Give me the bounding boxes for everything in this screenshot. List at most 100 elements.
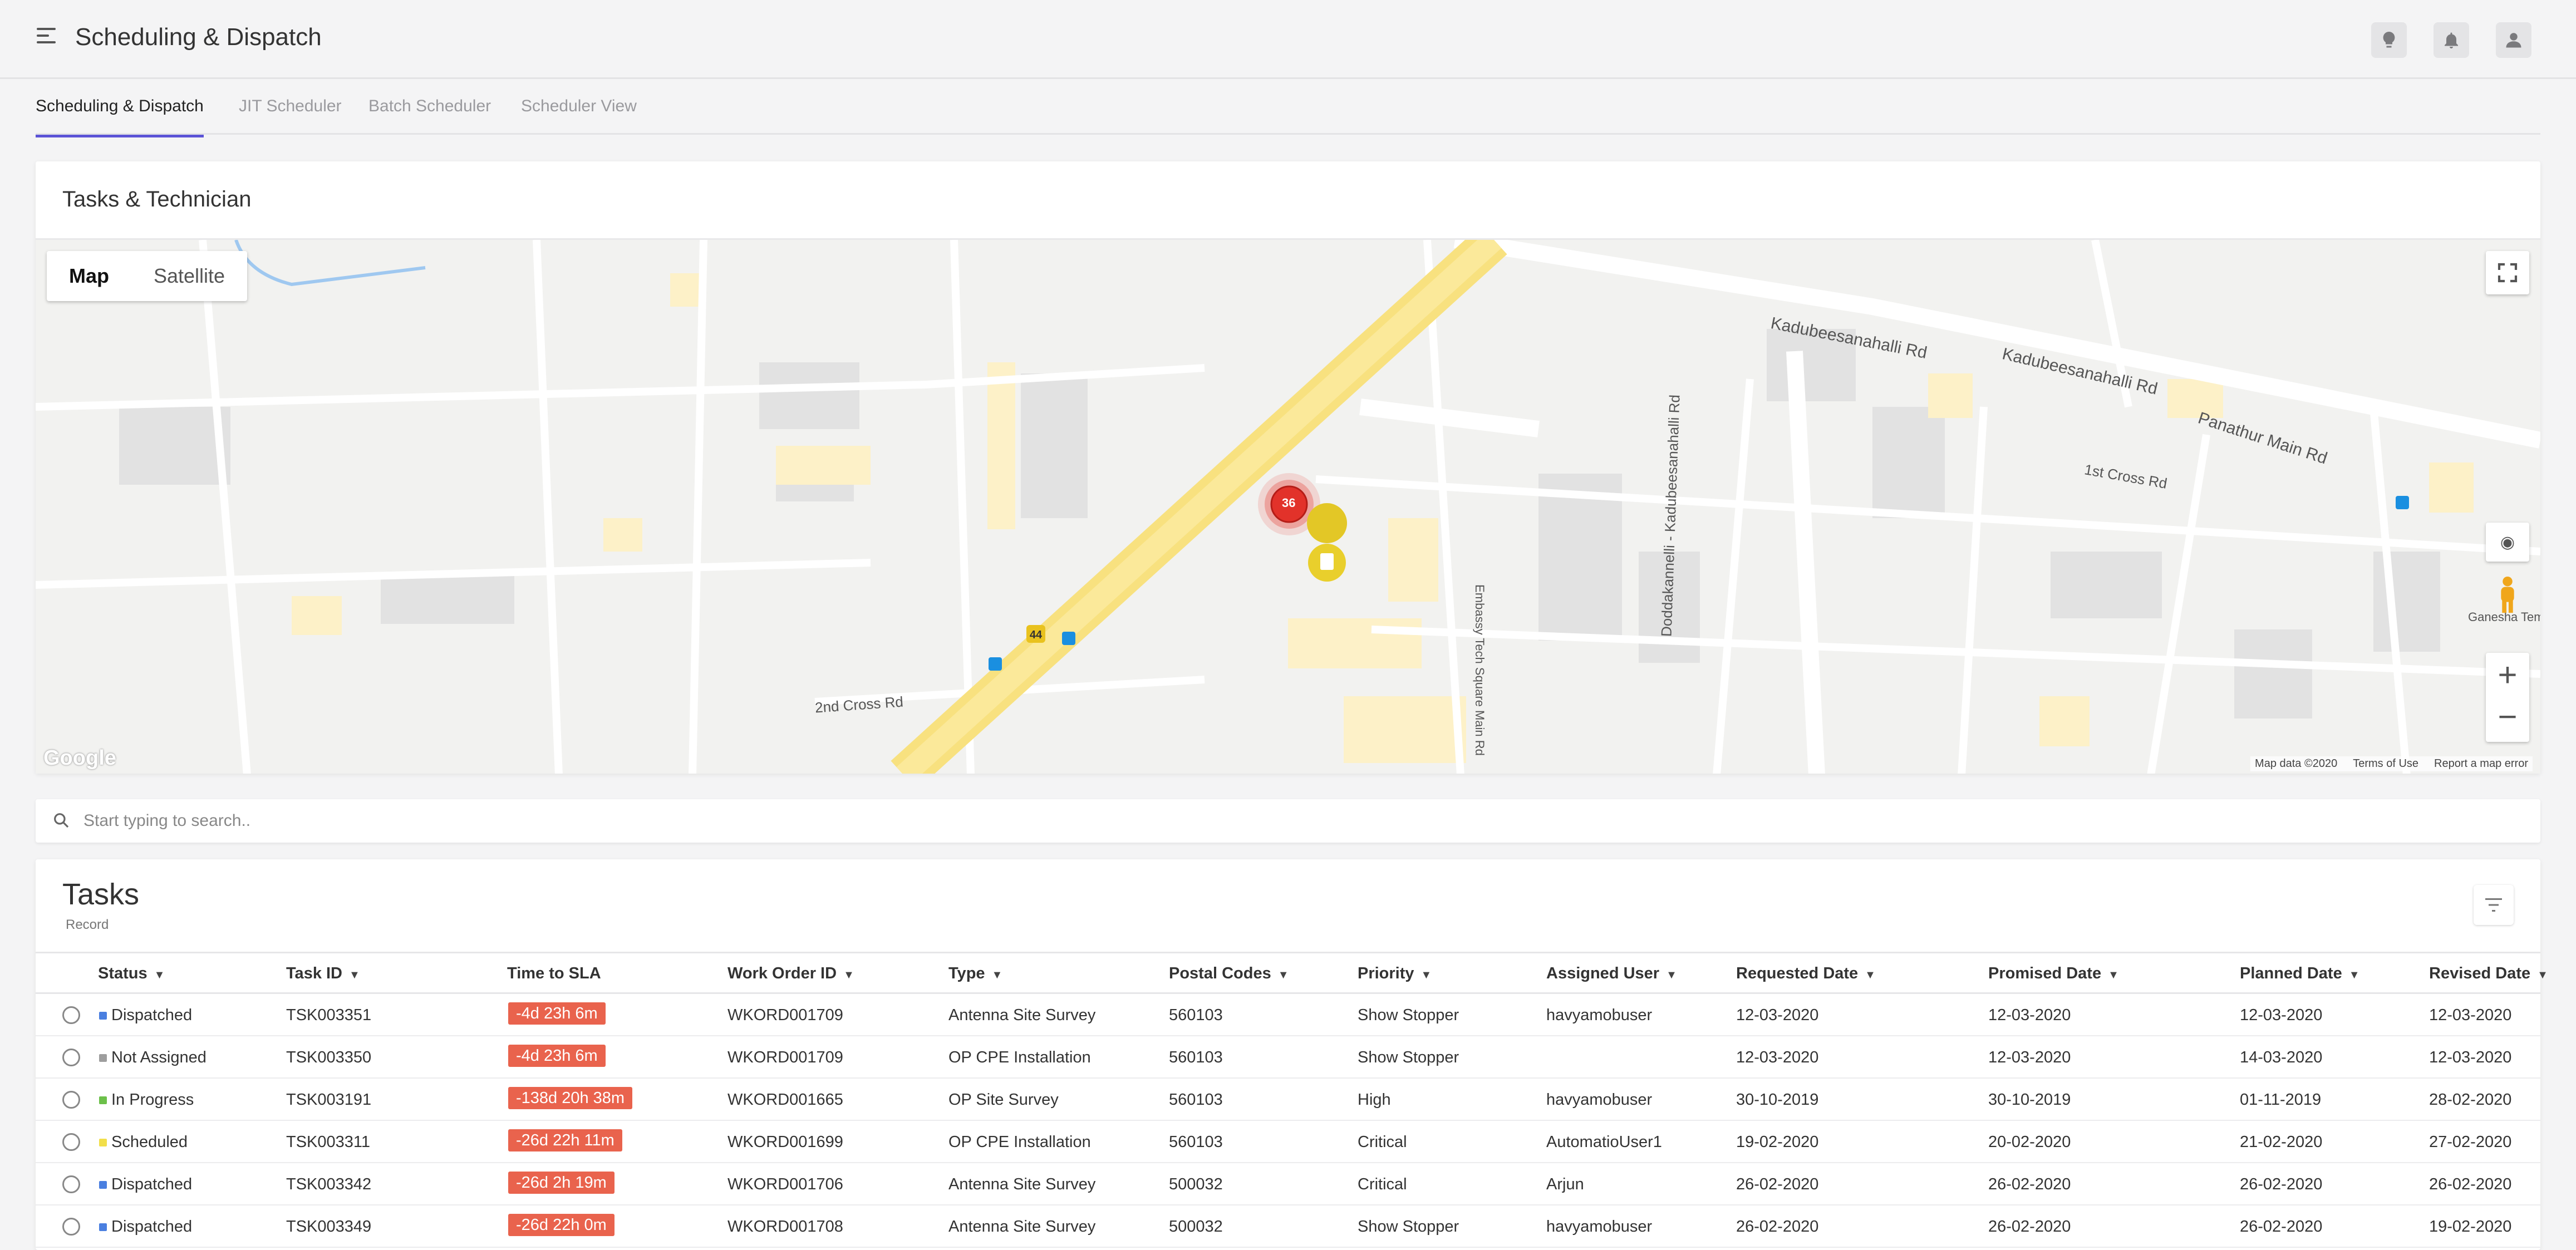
map-view[interactable]: 44 Kadubeesanahalli Rd Kadubeesanahalli … bbox=[36, 238, 2540, 774]
map-type-toggle: Map Satellite bbox=[47, 251, 248, 301]
column-planned-date[interactable]: Planned Date ▼ bbox=[2240, 964, 2360, 983]
work-order-cell: WKORD001708 bbox=[727, 1218, 843, 1236]
priority-cell: Show Stopper bbox=[1358, 1006, 1459, 1024]
priority-cell: Show Stopper bbox=[1358, 1218, 1459, 1236]
status-cell: In Progress bbox=[111, 1091, 194, 1109]
column-work-order-id[interactable]: Work Order ID ▼ bbox=[727, 964, 854, 983]
report-error-link[interactable]: Report a map error bbox=[2434, 757, 2528, 770]
status-color-indicator bbox=[99, 1223, 107, 1231]
requested-date-cell: 12-03-2020 bbox=[1736, 1006, 1819, 1024]
column-requested-date[interactable]: Requested Date ▼ bbox=[1736, 964, 1876, 983]
column-postal-codes[interactable]: Postal Codes ▼ bbox=[1169, 964, 1289, 983]
map-attribution: Map data ©2020 Terms of Use Report a map… bbox=[2250, 756, 2533, 771]
search-bar bbox=[36, 799, 2540, 843]
table-row[interactable]: Dispatched -26d 22h 0m TSK003349 WKORD00170… bbox=[36, 1205, 2540, 1248]
table-row[interactable]: Dispatched -4d 23h 6m TSK003351 WKORD001709… bbox=[36, 994, 2540, 1036]
work-order-cell: WKORD001709 bbox=[727, 1006, 843, 1024]
status-color-indicator bbox=[99, 1096, 107, 1104]
zoom-out-button[interactable]: − bbox=[2498, 697, 2517, 742]
assigned-user-cell: AutomatioUser1 bbox=[1546, 1133, 1662, 1151]
map-type-satellite-button[interactable]: Satellite bbox=[131, 251, 247, 301]
column-task-id[interactable]: Task ID ▼ bbox=[286, 964, 360, 983]
header-actions bbox=[2371, 22, 2531, 58]
status-cell: Dispatched bbox=[111, 1218, 193, 1236]
row-select-radio[interactable] bbox=[62, 1049, 80, 1066]
planned-date-cell: 21-02-2020 bbox=[2240, 1133, 2323, 1151]
task-id-cell: TSK003342 bbox=[286, 1175, 372, 1193]
bell-icon[interactable] bbox=[2434, 22, 2469, 58]
page-title: Scheduling & Dispatch bbox=[75, 23, 322, 51]
terms-link[interactable]: Terms of Use bbox=[2353, 757, 2418, 770]
user-icon[interactable] bbox=[2496, 22, 2531, 58]
sla-badge: -26d 22h 0m bbox=[508, 1214, 614, 1236]
zoom-controls: + − bbox=[2486, 653, 2529, 742]
type-cell: Antenna Site Survey bbox=[948, 1006, 1096, 1024]
revised-date-cell: 12-03-2020 bbox=[2429, 1006, 2512, 1024]
filter-icon[interactable] bbox=[2474, 885, 2514, 925]
map-card-title: Tasks & Technician bbox=[62, 187, 252, 211]
sla-badge: -138d 20h 38m bbox=[508, 1087, 633, 1109]
type-cell: Antenna Site Survey bbox=[948, 1218, 1096, 1236]
revised-date-cell: 26-02-2020 bbox=[2429, 1175, 2512, 1193]
sla-badge: -4d 23h 6m bbox=[508, 1045, 606, 1067]
tab-scheduler-view[interactable]: Scheduler View bbox=[521, 97, 637, 135]
postal-code-cell: 560103 bbox=[1169, 1006, 1223, 1024]
fullscreen-icon[interactable] bbox=[2486, 251, 2529, 294]
requested-date-cell: 19-02-2020 bbox=[1736, 1133, 1819, 1151]
search-input[interactable] bbox=[83, 806, 2477, 836]
location-icon[interactable]: ◉ bbox=[2486, 523, 2529, 562]
requested-date-cell: 30-10-2019 bbox=[1736, 1091, 1819, 1109]
row-select-radio[interactable] bbox=[62, 1006, 80, 1024]
task-id-cell: TSK003191 bbox=[286, 1091, 372, 1109]
tab-scheduling-dispatch[interactable]: Scheduling & Dispatch bbox=[36, 97, 204, 137]
promised-date-cell: 26-02-2020 bbox=[1988, 1218, 2071, 1236]
work-order-cell: WKORD001706 bbox=[727, 1175, 843, 1193]
table-row[interactable]: In Progress -138d 20h 38m TSK003191 WKORD00… bbox=[36, 1079, 2540, 1121]
column-priority[interactable]: Priority ▼ bbox=[1358, 964, 1432, 983]
row-select-radio[interactable] bbox=[62, 1218, 80, 1236]
row-select-radio[interactable] bbox=[62, 1091, 80, 1109]
sla-badge: -26d 2h 19m bbox=[508, 1172, 614, 1194]
planned-date-cell: 26-02-2020 bbox=[2240, 1218, 2323, 1236]
postal-code-cell: 500032 bbox=[1169, 1218, 1223, 1236]
column-assigned-user[interactable]: Assigned User ▼ bbox=[1546, 964, 1677, 983]
row-select-radio[interactable] bbox=[62, 1133, 80, 1151]
task-id-cell: TSK003350 bbox=[286, 1049, 372, 1066]
promised-date-cell: 30-10-2019 bbox=[1988, 1091, 2071, 1109]
lightbulb-icon[interactable] bbox=[2371, 22, 2407, 58]
status-cell: Dispatched bbox=[111, 1175, 193, 1193]
map-data-label: Map data ©2020 bbox=[2255, 757, 2338, 770]
work-order-cell: WKORD001709 bbox=[727, 1049, 843, 1066]
status-cell: Not Assigned bbox=[111, 1049, 207, 1066]
column-time-to-sla[interactable]: Time to SLA bbox=[507, 964, 601, 983]
planned-date-cell: 14-03-2020 bbox=[2240, 1049, 2323, 1066]
assigned-user-cell: havyamobuser bbox=[1546, 1091, 1653, 1109]
pegman-icon[interactable] bbox=[2486, 573, 2529, 618]
menu-icon[interactable] bbox=[37, 28, 56, 45]
postal-code-cell: 500032 bbox=[1169, 1175, 1223, 1193]
table-header: Status ▼ Task ID ▼ Time to SLA Work Order … bbox=[36, 952, 2548, 994]
promised-date-cell: 20-02-2020 bbox=[1988, 1133, 2071, 1151]
tab-jit-scheduler[interactable]: JIT Scheduler bbox=[239, 97, 342, 135]
table-row[interactable]: Dispatched -26d 2h 19m TSK003342 WKORD00170… bbox=[36, 1163, 2540, 1205]
column-promised-date[interactable]: Promised Date ▼ bbox=[1988, 964, 2119, 983]
tasks-card: Tasks Record Status ▼ Task ID ▼ Time to SL… bbox=[36, 859, 2548, 1250]
planned-date-cell: 12-03-2020 bbox=[2240, 1006, 2323, 1024]
row-select-radio[interactable] bbox=[62, 1175, 80, 1193]
promised-date-cell: 26-02-2020 bbox=[1988, 1175, 2071, 1193]
type-cell: OP Site Survey bbox=[948, 1091, 1059, 1109]
column-type[interactable]: Type ▼ bbox=[948, 964, 1002, 983]
zoom-in-button[interactable]: + bbox=[2498, 653, 2517, 697]
column-status[interactable]: Status ▼ bbox=[98, 964, 165, 983]
table-row[interactable]: Not Assigned -4d 23h 6m TSK003350 WKORD0017… bbox=[36, 1036, 2540, 1079]
cluster-count[interactable]: 36 bbox=[1282, 496, 1295, 510]
map-type-map-button[interactable]: Map bbox=[47, 251, 131, 301]
status-cell: Scheduled bbox=[111, 1133, 188, 1151]
promised-date-cell: 12-03-2020 bbox=[1988, 1049, 2071, 1066]
column-revised-date[interactable]: Revised Date ▼ bbox=[2429, 964, 2548, 983]
revised-date-cell: 19-02-2020 bbox=[2429, 1218, 2512, 1236]
status-color-indicator bbox=[99, 1012, 107, 1020]
table-row[interactable]: Scheduled -26d 22h 11m TSK003311 WKORD00169… bbox=[36, 1121, 2540, 1163]
tab-batch-scheduler[interactable]: Batch Scheduler bbox=[368, 97, 491, 135]
planned-date-cell: 26-02-2020 bbox=[2240, 1175, 2323, 1193]
